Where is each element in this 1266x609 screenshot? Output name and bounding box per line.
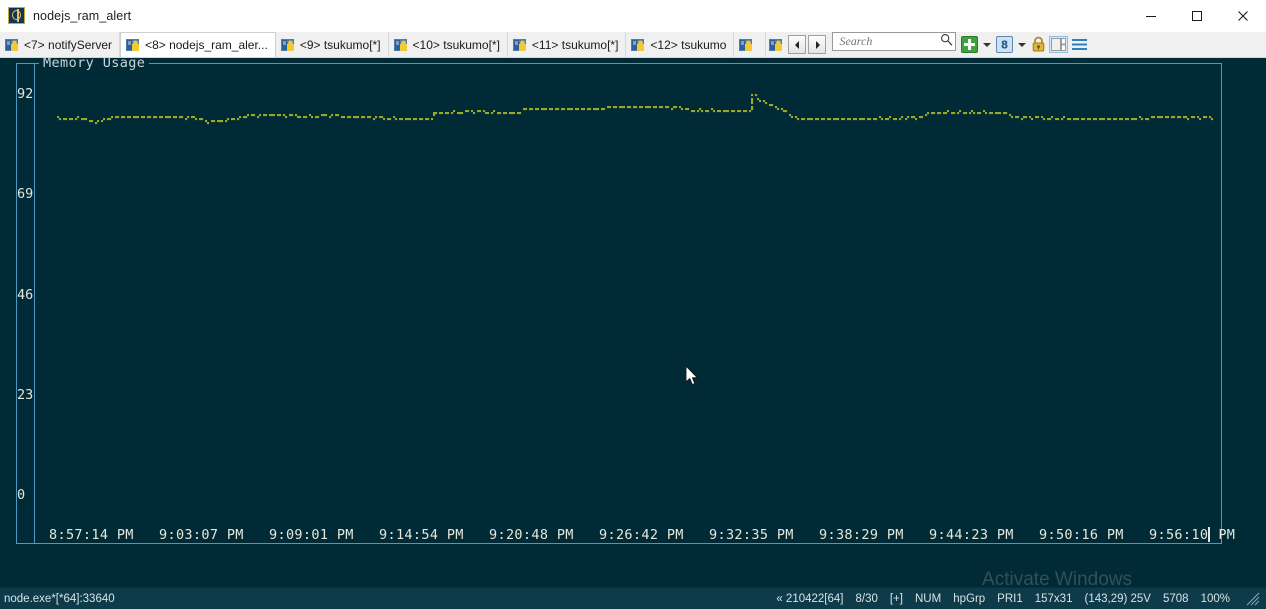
search-icon[interactable] bbox=[940, 33, 953, 51]
tab-9-tsukumo[interactable]: <9> tsukumo[*] bbox=[275, 32, 389, 57]
toolbar-icons: 8 bbox=[961, 32, 1092, 57]
new-console-dropdown-icon[interactable] bbox=[983, 42, 992, 47]
chart-title: Memory Usage bbox=[39, 58, 150, 71]
x-axis-tick-label: 9:26:42 PM bbox=[599, 527, 684, 543]
status-cursor-position: (143,29) 25V bbox=[1084, 592, 1151, 605]
tab-7-notifyserver[interactable]: <7> notifyServer bbox=[0, 32, 121, 57]
tab-label: <11> tsukumo[*] bbox=[531, 37, 619, 52]
status-zoom-level: 100% bbox=[1200, 592, 1230, 605]
x-axis-tick-label-suffix: PM bbox=[1209, 527, 1236, 543]
search-input[interactable] bbox=[837, 33, 941, 50]
tab-label: <8> nodejs_ram_aler... bbox=[145, 38, 268, 52]
search-box[interactable] bbox=[832, 32, 957, 51]
tab-scroll-right-button[interactable] bbox=[808, 35, 827, 54]
status-console-size: 157x31 bbox=[1034, 592, 1073, 605]
resize-grip-icon[interactable] bbox=[1246, 592, 1260, 606]
x-axis-tick-label: 9:44:23 PM bbox=[929, 527, 1014, 543]
x-axis-tick-label: 9:14:54 PM bbox=[379, 527, 464, 543]
y-axis-tick-label: 46 bbox=[17, 286, 34, 303]
hamburger-menu-icon[interactable] bbox=[1071, 37, 1088, 52]
activate-windows-watermark: Activate Windows bbox=[982, 569, 1132, 587]
window-controls bbox=[1128, 0, 1266, 31]
tab-label: <10> tsukumo[*] bbox=[412, 37, 500, 52]
console-tab-icon bbox=[769, 38, 783, 52]
tab-scroll-left-button[interactable] bbox=[788, 35, 807, 54]
x-axis-tick-label: 9:32:35 PM bbox=[709, 527, 794, 543]
y-axis-tick-label: 92 bbox=[17, 86, 34, 102]
tab-count-dropdown-icon[interactable] bbox=[1018, 42, 1027, 47]
x-axis-tick-label: 9:03:07 PM bbox=[159, 527, 244, 543]
tab-overflow-partial[interactable] bbox=[766, 32, 787, 57]
console-tab-icon bbox=[126, 38, 140, 52]
x-axis-tick-labels: 8:57:14 PM 9:03:07 PM 9:09:01 PM 9:14:54 PM… bbox=[17, 527, 1235, 545]
titlebar: nodejs_ram_alert bbox=[0, 0, 1266, 32]
status-hpgrp: hpGrp bbox=[953, 592, 986, 605]
y-axis-tick-label: 69 bbox=[17, 186, 34, 203]
y-axis bbox=[34, 64, 35, 543]
tab-10-tsukumo[interactable]: <10> tsukumo[*] bbox=[388, 32, 508, 57]
conemu-window: nodejs_ram_alert <7> notifyServer <8> no… bbox=[0, 0, 1266, 609]
watermark-line1: Activate Windows bbox=[982, 569, 1132, 587]
tabbar: <7> notifyServer <8> nodejs_ram_aler... bbox=[0, 32, 1266, 58]
split-pane-icon[interactable] bbox=[1049, 36, 1069, 53]
status-priority: PRI1 bbox=[997, 592, 1023, 605]
console-tab-icon bbox=[393, 38, 408, 52]
x-axis-tick-label: 8:57:14 PM bbox=[49, 527, 134, 543]
y-axis-tick-label: 23 bbox=[17, 386, 34, 403]
status-process-info: node.exe*[*64]:33640 bbox=[4, 592, 115, 605]
tab-label: <12> tsukumo bbox=[650, 37, 727, 52]
memory-usage-chart: Memory Usage 92 69 46 23 0 8:57:14 PM 9:03:07… bbox=[16, 58, 1235, 545]
tab-label: <7> notifyServer bbox=[24, 37, 113, 52]
console-tab-icon bbox=[631, 38, 645, 52]
tab-8-nodejs-ram-alert[interactable]: <8> nodejs_ram_aler... bbox=[120, 32, 276, 57]
tab-11-tsukumo[interactable]: <11> tsukumo[*] bbox=[507, 32, 627, 57]
status-plus-flag: [+] bbox=[889, 592, 903, 605]
close-button[interactable] bbox=[1220, 0, 1266, 31]
x-axis-tick-label: 9:09:01 PM bbox=[269, 527, 354, 543]
lock-icon[interactable] bbox=[1031, 36, 1046, 53]
status-handle-count: 5708 bbox=[1162, 592, 1189, 605]
console-tab-icon bbox=[512, 38, 527, 52]
maximize-button[interactable] bbox=[1174, 0, 1220, 31]
tab-12-tsukumo[interactable]: <12> tsukumo bbox=[626, 32, 735, 57]
memory-usage-plot-series bbox=[57, 94, 1214, 125]
x-axis-tick-label: 9:38:29 PM bbox=[819, 527, 904, 543]
tab-13-tsukumo[interactable] bbox=[734, 32, 767, 57]
console-tab-icon bbox=[280, 38, 295, 52]
status-tab-index: 8/30 bbox=[855, 592, 878, 605]
tab-scroll-buttons bbox=[788, 32, 827, 57]
x-axis-tick-label: 9:50:16 PM bbox=[1039, 527, 1124, 543]
x-axis-tick-label: 9:56:10 PM bbox=[1149, 527, 1236, 543]
x-axis-tick-label: 9:20:48 PM bbox=[489, 527, 574, 543]
window-title: nodejs_ram_alert bbox=[33, 8, 132, 23]
new-console-icon[interactable] bbox=[961, 36, 979, 53]
tab-count-icon[interactable]: 8 bbox=[996, 36, 1014, 53]
statusbar: node.exe*[*64]:33640 « 210422[64] 8/30 [… bbox=[0, 587, 1266, 609]
status-build: « 210422[64] bbox=[776, 592, 844, 605]
tab-label: <9> tsukumo[*] bbox=[299, 37, 381, 52]
console-area[interactable]: Memory Usage 92 69 46 23 0 8:57:14 PM 9:03:07… bbox=[0, 58, 1266, 587]
svg-text:8: 8 bbox=[1001, 40, 1008, 52]
y-axis-tick-label: 0 bbox=[17, 487, 26, 503]
minimize-button[interactable] bbox=[1128, 0, 1174, 31]
console-tab-icon bbox=[5, 38, 19, 52]
conemu-icon bbox=[8, 7, 25, 24]
status-num-lock: NUM bbox=[915, 592, 942, 605]
status-indicators: « 210422[64] 8/30 [+] NUM hpGrp PRI1 157… bbox=[776, 592, 1266, 606]
console-tab-icon bbox=[739, 38, 753, 52]
